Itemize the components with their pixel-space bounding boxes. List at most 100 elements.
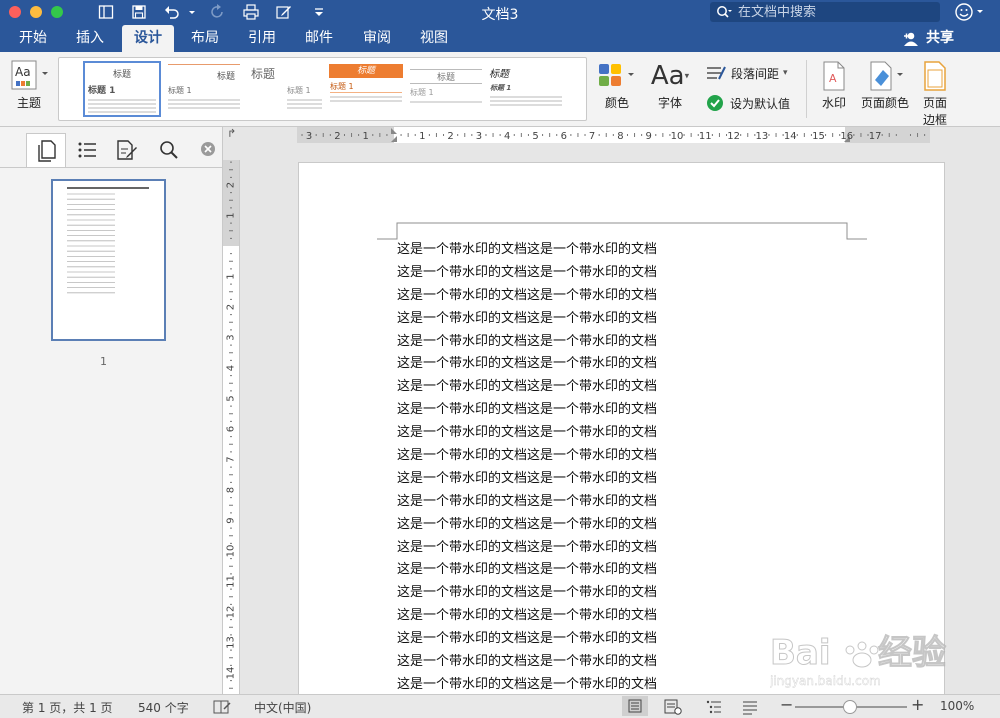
style-set-title: 标题 — [112, 70, 131, 80]
ruler-label: 9 — [226, 517, 237, 523]
document-line[interactable]: 这是一个带水印的文档这是一个带水印的文档 — [397, 285, 657, 308]
document-line[interactable]: 这是一个带水印的文档这是一个带水印的文档 — [397, 308, 657, 331]
document-line[interactable]: 这是一个带水印的文档这是一个带水印的文档 — [397, 651, 657, 674]
ruler-label: 12 — [727, 131, 740, 142]
ribbon-tab-bar: 开始 插入 设计 布局 引用 邮件 审阅 视图 共享 — [0, 25, 1000, 52]
style-set-3[interactable]: 标题 标题 1 — [247, 61, 325, 117]
document-line[interactable]: 这是一个带水印的文档这是一个带水印的文档 — [397, 559, 657, 582]
style-set-title: 标题 — [216, 72, 235, 82]
document-line[interactable]: 这是一个带水印的文档这是一个带水印的文档 — [397, 353, 657, 376]
document-line[interactable]: 这是一个带水印的文档这是一个带水印的文档 — [397, 674, 657, 694]
watermark-button[interactable]: A 水印 — [816, 60, 852, 111]
ruler-label: 11 — [226, 575, 237, 588]
title-bar: 文档3 — [0, 0, 1000, 25]
tab-view[interactable]: 视图 — [407, 25, 461, 52]
document-page[interactable]: 这是一个带水印的文档这是一个带水印的文档 这是一个带水印的文档这是一个带水印的文档… — [298, 162, 945, 694]
thumbnails-tab[interactable] — [26, 133, 66, 168]
pages-icon — [36, 140, 56, 162]
document-line[interactable]: 这是一个带水印的文档这是一个带水印的文档 — [397, 422, 657, 445]
tab-mailings[interactable]: 邮件 — [292, 25, 346, 52]
ruler-label: 13 — [226, 636, 237, 649]
outline-view-icon[interactable] — [706, 699, 722, 718]
zoom-slider-handle[interactable] — [843, 700, 857, 714]
style-set-4[interactable]: 标题 标题 1 — [327, 61, 405, 117]
themes-label: 主题 — [16, 96, 41, 110]
horizontal-ruler[interactable]: 3 2 1 1 2 3 4 5 6 7 8 9 10 11 12 13 14 15 16 17 — [297, 127, 930, 144]
tab-insert[interactable]: 插入 — [62, 25, 118, 52]
svg-text:jingyan.baidu.com: jingyan.baidu.com — [770, 674, 881, 688]
document-body[interactable]: 这是一个带水印的文档这是一个带水印的文档 这是一个带水印的文档这是一个带水印的文档… — [397, 239, 657, 694]
watermark-icon: A — [816, 60, 852, 94]
style-set-2[interactable]: 标题 标题 1 — [165, 61, 243, 117]
tab-review[interactable]: 审阅 — [350, 25, 404, 52]
paragraph-spacing-label: 段落间距 — [731, 66, 780, 81]
document-line[interactable]: 这是一个带水印的文档这是一个带水印的文档 — [397, 537, 657, 560]
list-icon — [77, 141, 97, 159]
style-set-heading: 标题 1 — [410, 88, 434, 97]
ruler-label: 15 — [812, 131, 825, 142]
page-borders-button[interactable]: 页面 边框 — [918, 60, 952, 128]
document-line[interactable]: 这是一个带水印的文档这是一个带水印的文档 — [397, 582, 657, 605]
tab-stop-selector-icon[interactable]: ↱ — [227, 127, 236, 140]
style-set-6[interactable]: 标题 标题 1 — [487, 61, 565, 117]
document-line[interactable]: 这是一个带水印的文档这是一个带水印的文档 — [397, 376, 657, 399]
search-input[interactable] — [736, 3, 930, 21]
document-line[interactable]: 这是一个带水印的文档这是一个带水印的文档 — [397, 262, 657, 285]
fonts-label: 字体 — [657, 96, 682, 110]
document-line[interactable]: 这是一个带水印的文档这是一个带水印的文档 — [397, 239, 657, 262]
thumbnail-page-number: 1 — [100, 355, 107, 368]
document-formatting-gallery: 标题 标题 1 标题 标题 1 标题 标题 1 标题 标题 1 标题 标题 1 — [58, 57, 587, 121]
document-line[interactable]: 这是一个带水印的文档这是一个带水印的文档 — [397, 468, 657, 491]
web-layout-view-icon[interactable] — [664, 699, 682, 718]
colors-button[interactable]: 颜色 — [594, 60, 640, 111]
page-color-label: 页面颜色 — [860, 96, 909, 110]
review-tab[interactable] — [108, 133, 146, 167]
share-button[interactable]: 共享 — [902, 25, 954, 52]
print-layout-view-icon[interactable] — [622, 696, 648, 716]
document-canvas[interactable]: 这是一个带水印的文档这是一个带水印的文档 这是一个带水印的文档这是一个带水印的文档… — [240, 143, 1000, 694]
style-set-heading: 标题 1 — [287, 86, 311, 95]
ruler-label: 7 — [589, 131, 595, 142]
style-set-heading: 标题 1 — [490, 84, 512, 92]
document-line[interactable]: 这是一个带水印的文档这是一个带水印的文档 — [397, 399, 657, 422]
ruler-label: 17 — [869, 131, 882, 142]
search-box[interactable] — [710, 2, 940, 22]
themes-button[interactable]: Aa 主题 — [8, 58, 50, 111]
document-line[interactable]: 这是一个带水印的文档这是一个带水印的文档 — [397, 491, 657, 514]
document-line[interactable]: 这是一个带水印的文档这是一个带水印的文档 — [397, 445, 657, 468]
page-count[interactable]: 第 1 页，共 1 页 — [22, 699, 113, 716]
ruler-label: 14 — [784, 131, 797, 142]
ruler-label: 2 — [226, 304, 237, 310]
document-line[interactable]: 这是一个带水印的文档这是一个带水印的文档 — [397, 605, 657, 628]
document-line[interactable]: 这是一个带水印的文档这是一个带水印的文档 — [397, 514, 657, 537]
vertical-ruler[interactable]: 2 1 1 2 3 4 5 6 7 8 9 10 11 12 13 14 — [223, 160, 240, 694]
zoom-in-button[interactable]: + — [911, 695, 924, 714]
document-line[interactable]: 这是一个带水印的文档这是一个带水印的文档 — [397, 331, 657, 354]
tab-home[interactable]: 开始 — [5, 25, 61, 52]
word-count[interactable]: 540 个字 — [138, 699, 189, 716]
style-set-1[interactable]: 标题 标题 1 — [83, 61, 161, 117]
paragraph-spacing-button[interactable]: 段落间距 ▾ — [705, 64, 795, 82]
magnifier-icon — [159, 140, 179, 160]
account-icon[interactable] — [955, 3, 989, 25]
page-color-button[interactable]: 页面颜色 — [859, 60, 911, 111]
tab-design[interactable]: 设计 — [122, 25, 174, 52]
zoom-out-button[interactable]: − — [780, 695, 793, 714]
search-tab[interactable] — [150, 133, 188, 167]
document-line[interactable]: 这是一个带水印的文档这是一个带水印的文档 — [397, 628, 657, 651]
language-indicator[interactable]: 中文(中国) — [254, 699, 311, 716]
close-pane-icon[interactable] — [199, 140, 217, 162]
ruler-label: 2 — [334, 131, 340, 142]
page-thumbnail[interactable] — [51, 179, 166, 341]
fonts-button[interactable]: Aa▾ 字体 — [646, 58, 694, 111]
tab-references[interactable]: 引用 — [235, 25, 289, 52]
draft-view-icon[interactable] — [742, 699, 758, 718]
style-set-5[interactable]: 标题 标题 1 — [407, 61, 485, 117]
zoom-level[interactable]: 100% — [940, 699, 974, 713]
ruler-label: 1 — [226, 212, 237, 218]
set-as-default-button[interactable]: 设为默认值 — [706, 94, 802, 112]
proofing-icon[interactable] — [212, 699, 232, 718]
add-person-icon — [902, 31, 922, 47]
document-map-tab[interactable] — [68, 133, 106, 167]
tab-layout[interactable]: 布局 — [178, 25, 232, 52]
